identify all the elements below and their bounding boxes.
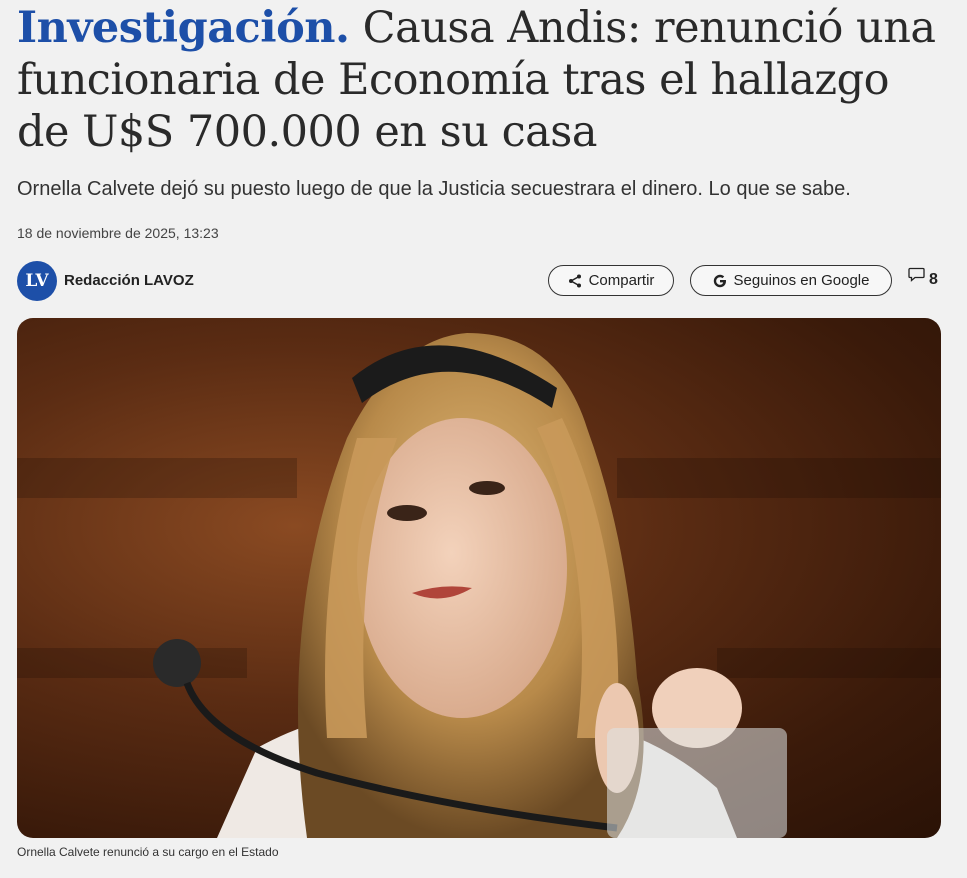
comment-icon (908, 267, 925, 288)
article-subtitle: Ornella Calvete dejó su puesto luego de … (17, 178, 851, 200)
follow-google-button[interactable]: Seguinos en Google (690, 265, 892, 296)
google-g-icon (713, 274, 727, 288)
comments-link[interactable]: 8 (908, 265, 938, 289)
headline-kicker: Investigación. (17, 3, 350, 53)
share-icon (568, 274, 582, 288)
article-photo[interactable] (17, 318, 941, 838)
publish-date: 18 de noviembre de 2025, 13:23 (17, 225, 219, 241)
photo-illustration (17, 333, 941, 838)
photo-caption: Ornella Calvete renunció a su cargo en e… (17, 845, 279, 859)
comments-count: 8 (929, 271, 938, 288)
google-label: Seguinos en Google (733, 272, 870, 289)
author-avatar[interactable]: LV (17, 261, 57, 301)
author-name[interactable]: Redacción LAVOZ (64, 272, 194, 289)
share-button[interactable]: Compartir (548, 265, 674, 296)
article-headline: Investigación. Causa Andis: renunció una… (17, 2, 947, 158)
byline: LV Redacción LAVOZ Compartir Seguinos en… (17, 261, 947, 301)
share-label: Compartir (588, 272, 655, 289)
